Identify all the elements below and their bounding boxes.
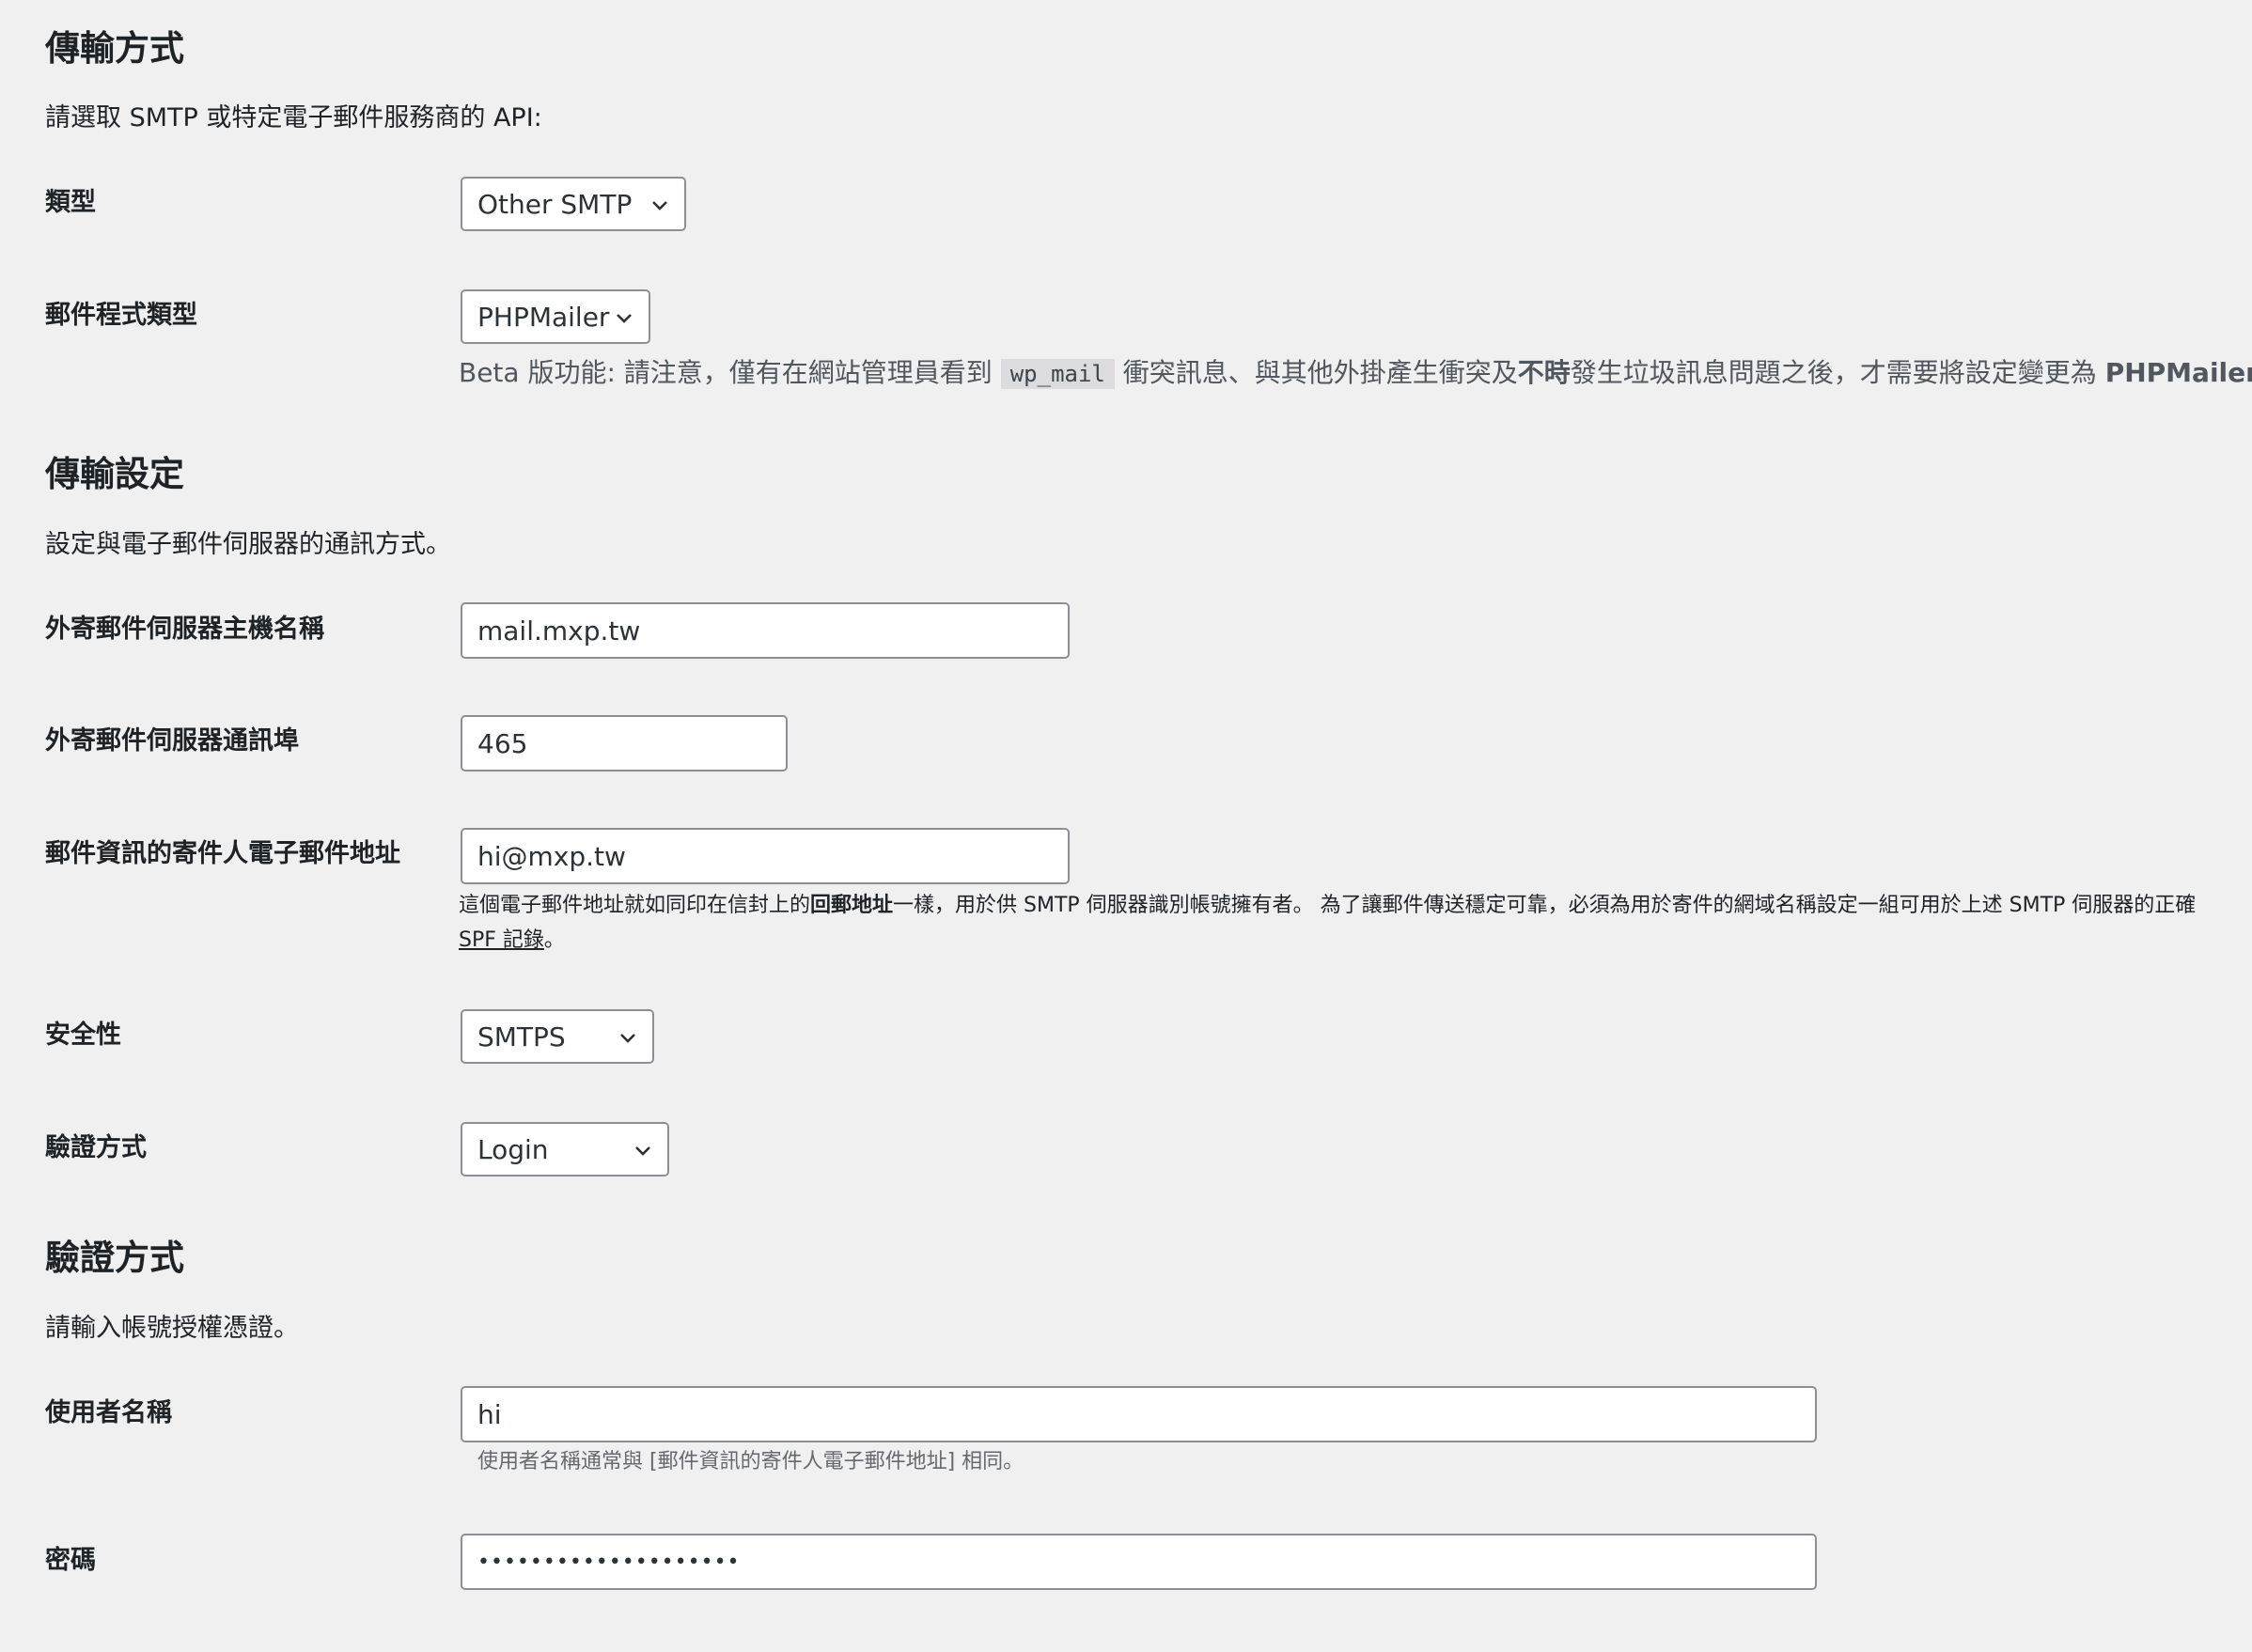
host-input[interactable]: mail.mxp.tw bbox=[461, 602, 1070, 659]
password-input[interactable]: •••••••••••••••••••• bbox=[461, 1534, 1817, 1590]
from-email-input[interactable]: hi@mxp.tw bbox=[461, 828, 1070, 884]
section-intro-mailer: 請選取 SMTP 或特定電子郵件服務商的 API: bbox=[45, 103, 542, 132]
security-label: 安全性 bbox=[45, 1021, 121, 1050]
program-select-value: PHPMailer bbox=[477, 301, 610, 333]
port-label: 外寄郵件伺服器通訊埠 bbox=[45, 726, 299, 756]
program-beta-note: Beta 版功能: 請注意，僅有在網站管理員看到 wp_mail 衝突訊息、與其… bbox=[459, 357, 2252, 389]
section-heading-auth: 驗證方式 bbox=[45, 1238, 184, 1278]
username-description: 使用者名稱通常與 [郵件資訊的寄件人電子郵件地址] 相同。 bbox=[477, 1450, 1024, 1473]
section-heading-transport: 傳輸設定 bbox=[45, 454, 184, 494]
program-label: 郵件程式類型 bbox=[45, 301, 197, 330]
from-email-label: 郵件資訊的寄件人電子郵件地址 bbox=[45, 839, 400, 868]
username-label: 使用者名稱 bbox=[45, 1398, 172, 1427]
type-label: 類型 bbox=[45, 188, 96, 217]
type-select-value: Other SMTP bbox=[477, 188, 633, 220]
chevron-down-icon bbox=[635, 1146, 650, 1156]
program-select[interactable]: PHPMailer bbox=[461, 289, 650, 344]
spf-record-link[interactable]: SPF 記錄 bbox=[459, 928, 544, 952]
chevron-down-icon bbox=[617, 314, 632, 323]
port-input[interactable]: 465 bbox=[461, 715, 788, 771]
from-email-description: 這個電子郵件地址就如同印在信封上的回郵地址一樣，用於供 SMTP 伺服器識別帳號… bbox=[459, 894, 2197, 952]
type-select[interactable]: Other SMTP bbox=[461, 177, 686, 231]
auth-method-select[interactable]: Login bbox=[461, 1122, 669, 1177]
host-label: 外寄郵件伺服器主機名稱 bbox=[45, 615, 324, 644]
section-heading-mailer: 傳輸方式 bbox=[45, 28, 184, 69]
auth-method-select-value: Login bbox=[477, 1133, 549, 1165]
chevron-down-icon bbox=[652, 201, 667, 210]
section-intro-transport: 設定與電子郵件伺服器的通訊方式。 bbox=[45, 530, 451, 559]
auth-method-label: 驗證方式 bbox=[45, 1133, 147, 1162]
password-label: 密碼 bbox=[45, 1546, 96, 1575]
section-intro-auth: 請輸入帳號授權憑證。 bbox=[45, 1314, 299, 1343]
username-input[interactable]: hi bbox=[461, 1386, 1817, 1442]
security-select[interactable]: SMTPS bbox=[461, 1009, 654, 1064]
security-select-value: SMTPS bbox=[477, 1021, 566, 1052]
chevron-down-icon bbox=[620, 1034, 635, 1043]
wp-mail-code: wp_mail bbox=[1000, 359, 1115, 389]
